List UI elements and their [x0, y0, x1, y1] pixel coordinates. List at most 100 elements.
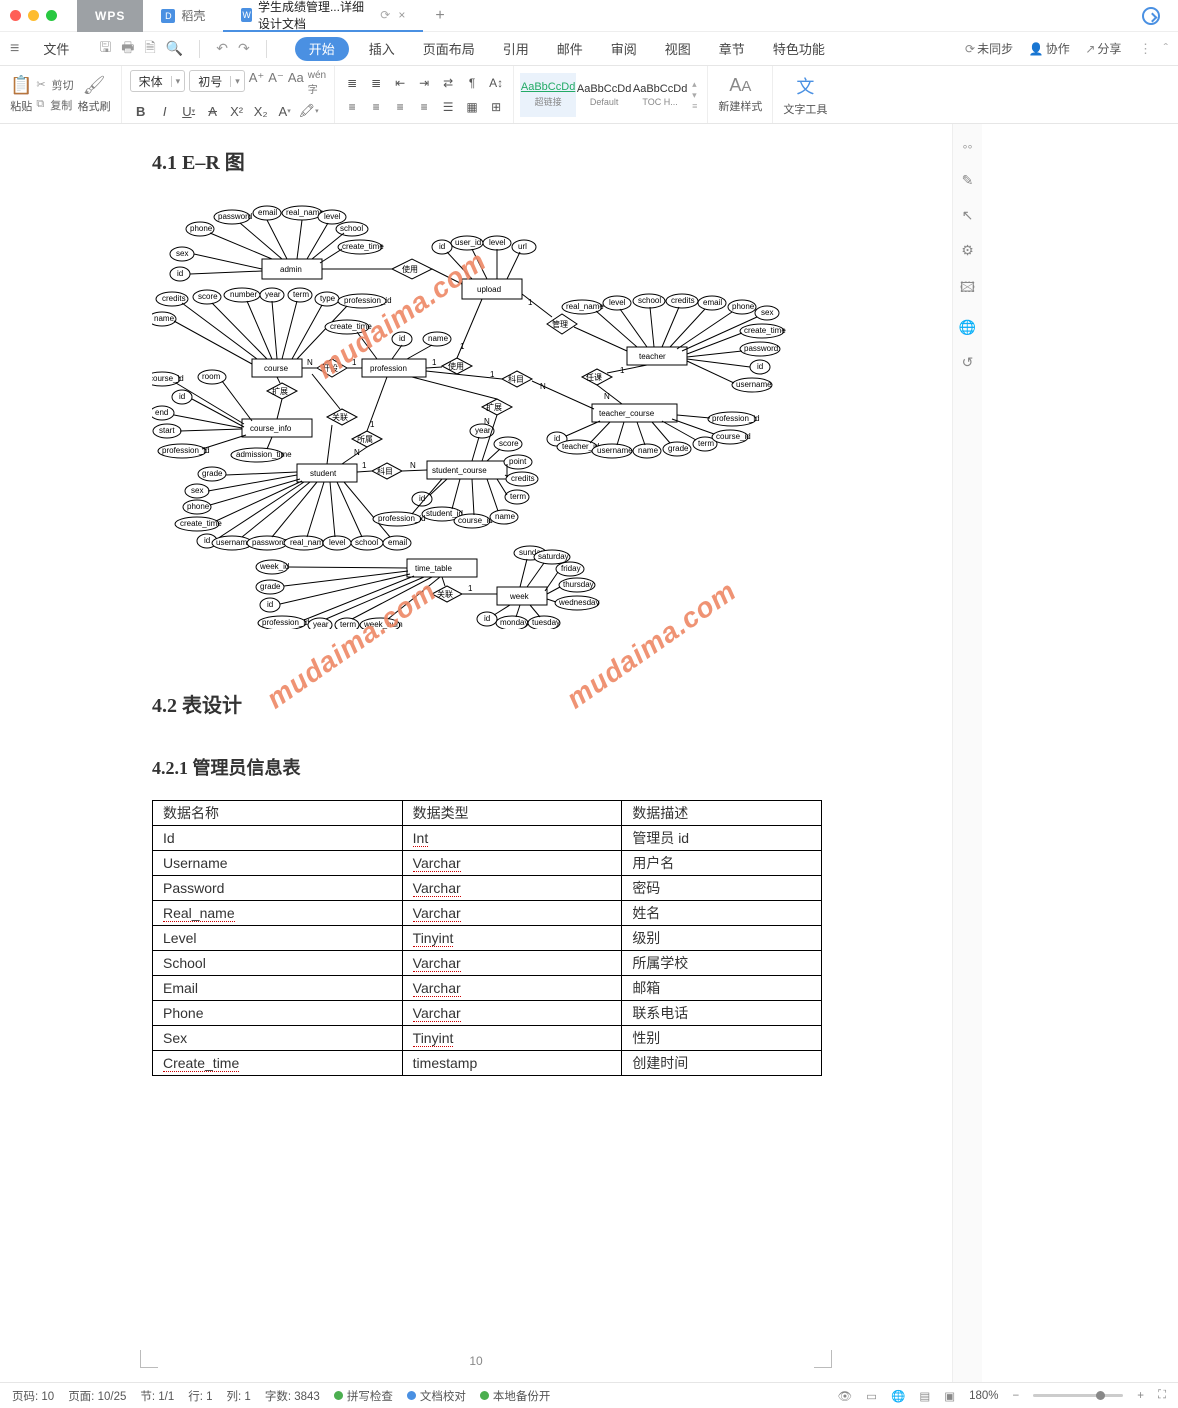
- menu-start[interactable]: 开始: [295, 37, 349, 61]
- fullscreen-icon[interactable]: ⛶: [1158, 1389, 1166, 1402]
- menu-page-layout[interactable]: 页面布局: [409, 32, 489, 65]
- print-icon[interactable]: 🖶: [121, 37, 134, 61]
- redo-icon[interactable]: ↷: [238, 40, 250, 57]
- shading-button[interactable]: ▦: [461, 96, 483, 118]
- menu-special[interactable]: 特色功能: [759, 32, 839, 65]
- text-direction-button[interactable]: A↕: [485, 72, 507, 94]
- style-default[interactable]: AaBbCcDdDefault: [576, 73, 632, 117]
- menu-chapter[interactable]: 章节: [705, 32, 759, 65]
- sync-status[interactable]: ⟳未同步: [965, 40, 1013, 57]
- menu-view[interactable]: 视图: [651, 32, 705, 65]
- paste-button[interactable]: 📋 粘贴: [6, 75, 36, 114]
- subscript-button[interactable]: X₂: [250, 100, 272, 122]
- status-backup[interactable]: 本地备份开: [480, 1388, 551, 1404]
- style-scroll-down[interactable]: ▾: [692, 90, 697, 101]
- highlight-button[interactable]: 🖍▾: [298, 100, 320, 122]
- status-bar: 页码: 10 页面: 10/25 节: 1/1 行: 1 列: 1 字数: 38…: [0, 1382, 1178, 1408]
- save-icon[interactable]: 🖫: [99, 37, 111, 61]
- underline-button[interactable]: U▾: [178, 100, 200, 122]
- select-tool-icon[interactable]: ↖: [962, 207, 974, 224]
- app-menu-icon[interactable]: ≡: [10, 40, 19, 58]
- close-tab-icon[interactable]: ×: [398, 8, 405, 22]
- status-pages[interactable]: 页面: 10/25: [68, 1388, 126, 1404]
- style-hyperlink[interactable]: AaBbCcDd超链接: [520, 73, 576, 117]
- status-spellcheck[interactable]: 拼写检查: [334, 1388, 393, 1404]
- copy-button[interactable]: ⧉复制: [36, 97, 73, 113]
- undo-icon[interactable]: ↶: [216, 40, 228, 57]
- menu-references[interactable]: 引用: [489, 32, 543, 65]
- view-page-icon[interactable]: ▭: [866, 1389, 877, 1403]
- zoom-out-button[interactable]: −: [1013, 1390, 1020, 1402]
- tab-wps-home[interactable]: WPS: [77, 0, 143, 32]
- zoom-level[interactable]: 180%: [969, 1390, 998, 1402]
- view-web-icon[interactable]: 🌐: [891, 1389, 905, 1403]
- style-gallery[interactable]: AaBbCcDd超链接 AaBbCcDdDefault AaBbCcDdTOC …: [520, 73, 688, 117]
- bold-button[interactable]: B: [130, 100, 152, 122]
- phonetic-guide-icon[interactable]: wén字: [308, 70, 326, 96]
- tab-current-document[interactable]: W 学生成绩管理...详细设计文档 ⟳ ×: [223, 0, 423, 32]
- text-tools-button[interactable]: 文文字工具: [779, 73, 831, 117]
- image-tool-icon[interactable]: 🖾: [960, 277, 975, 301]
- view-outline-icon[interactable]: ▤: [919, 1389, 930, 1403]
- maximize-window[interactable]: [46, 10, 57, 21]
- menu-insert[interactable]: 插入: [355, 32, 409, 65]
- menu-file[interactable]: 文件: [29, 32, 83, 65]
- italic-button[interactable]: I: [154, 100, 176, 122]
- line-spacing-button[interactable]: ☰: [437, 96, 459, 118]
- close-window[interactable]: [10, 10, 21, 21]
- show-marks-button[interactable]: ¶: [461, 72, 483, 94]
- decrease-indent-button[interactable]: ⇤: [389, 72, 411, 94]
- format-painter-button[interactable]: 🖌 格式刷: [74, 75, 115, 114]
- view-read-icon[interactable]: ▣: [944, 1389, 955, 1403]
- change-case-icon[interactable]: Aa: [288, 70, 304, 96]
- view-eye-icon[interactable]: 👁: [838, 1389, 853, 1403]
- align-left-button[interactable]: ≡: [341, 96, 363, 118]
- style-scroll-up[interactable]: ▴: [692, 79, 697, 90]
- zoom-in-button[interactable]: +: [1137, 1390, 1144, 1402]
- cut-button[interactable]: ✂剪切: [36, 77, 73, 93]
- bullet-list-button[interactable]: ≣: [341, 72, 363, 94]
- collapse-ribbon-icon[interactable]: ˆ: [1164, 41, 1168, 56]
- text-effects-button[interactable]: A▾: [274, 100, 296, 122]
- menu-review[interactable]: 审阅: [597, 32, 651, 65]
- tab-button[interactable]: ⇄: [437, 72, 459, 94]
- superscript-button[interactable]: X²: [226, 100, 248, 122]
- number-list-button[interactable]: ≣: [365, 72, 387, 94]
- edit-tool-icon[interactable]: ✎: [962, 172, 974, 189]
- share-button[interactable]: ↗分享: [1085, 40, 1121, 57]
- menu-mail[interactable]: 邮件: [543, 32, 597, 65]
- document-page[interactable]: 4.1 E–R 图 admin sex phone password email…: [0, 124, 952, 1382]
- font-family-select[interactable]: 宋体▾: [130, 70, 186, 92]
- status-proofing[interactable]: 文档校对: [407, 1388, 466, 1404]
- svg-text:start: start: [159, 426, 175, 435]
- history-icon[interactable]: ↺: [962, 354, 974, 371]
- increase-indent-button[interactable]: ⇥: [413, 72, 435, 94]
- strikethrough-button[interactable]: A: [202, 100, 224, 122]
- zoom-slider[interactable]: [1033, 1394, 1123, 1397]
- style-expand[interactable]: ≡: [692, 101, 697, 111]
- svg-text:admission_time: admission_time: [236, 450, 292, 459]
- collapse-side-icon[interactable]: ◦◦: [963, 138, 973, 154]
- increase-font-icon[interactable]: A⁺: [249, 70, 265, 96]
- preview-icon[interactable]: 🔍: [166, 40, 183, 57]
- status-pageno[interactable]: 页码: 10: [12, 1388, 54, 1404]
- status-words[interactable]: 字数: 3843: [265, 1388, 320, 1404]
- settings-icon[interactable]: ⚙: [961, 242, 974, 259]
- print-preview-icon[interactable]: 🗎: [145, 37, 156, 61]
- cloud-sync-icon[interactable]: [1142, 7, 1160, 25]
- new-tab-button[interactable]: +: [423, 7, 456, 25]
- align-right-button[interactable]: ≡: [389, 96, 411, 118]
- style-toc-h[interactable]: AaBbCcDdTOC H...: [632, 73, 688, 117]
- align-justify-button[interactable]: ≡: [413, 96, 435, 118]
- font-size-select[interactable]: 初号▾: [189, 70, 245, 92]
- collab-button[interactable]: 👤协作: [1029, 40, 1070, 57]
- zoom-knob[interactable]: [1096, 1391, 1105, 1400]
- tab-daoke[interactable]: D 稻壳: [143, 0, 223, 32]
- more-icon[interactable]: ⋮: [1139, 41, 1152, 56]
- borders-button[interactable]: ⊞: [485, 96, 507, 118]
- minimize-window[interactable]: [28, 10, 39, 21]
- decrease-font-icon[interactable]: A⁻: [268, 70, 284, 96]
- new-style-button[interactable]: AA新建样式: [714, 75, 766, 114]
- align-center-button[interactable]: ≡: [365, 96, 387, 118]
- translate-icon[interactable]: 🌐: [959, 319, 976, 336]
